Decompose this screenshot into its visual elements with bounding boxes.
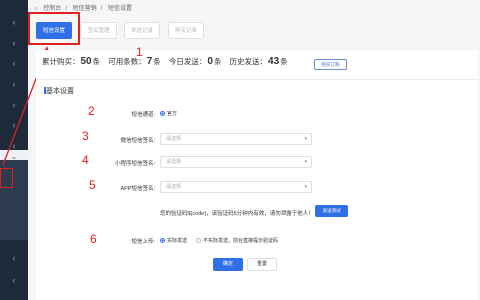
sidebar-arrow-icon[interactable]: ‹ bbox=[0, 95, 28, 115]
channel-value: 官方 bbox=[167, 111, 178, 117]
radio-label: 不实际发送，前台直接提示验证码 bbox=[203, 238, 279, 244]
tab-sign-management[interactable]: 签名管理 bbox=[80, 22, 117, 39]
stat-label: 今日发送： bbox=[168, 57, 207, 66]
channel-label: 短信通道: bbox=[131, 112, 155, 118]
app-sign-label: APP短信签名: bbox=[120, 186, 155, 192]
send-test-button[interactable]: 发送测试 bbox=[315, 205, 348, 217]
stat-value: 43 bbox=[268, 56, 280, 67]
stat-value: 0 bbox=[207, 56, 213, 67]
chevron-down-icon: ▾ bbox=[304, 159, 307, 165]
radio-checked-icon bbox=[160, 238, 165, 244]
stat-unit: 条 bbox=[280, 57, 288, 66]
upload-radio-real[interactable]: 实际发送 bbox=[160, 237, 187, 244]
annotation-number: 6 bbox=[90, 232, 97, 246]
stat-label: 累计购买： bbox=[42, 57, 80, 66]
sidebar-arrow-icon[interactable]: ‹ bbox=[0, 74, 28, 94]
sidebar-arrow-icon[interactable]: ‹ bbox=[0, 12, 28, 32]
section-title: 基本设置 bbox=[46, 88, 74, 95]
tab-purchase-records[interactable]: 购买记录 bbox=[168, 22, 204, 39]
radio-label: 实际发送 bbox=[167, 238, 188, 244]
stat-unit: 条 bbox=[153, 57, 161, 66]
wechat-sign-select[interactable]: 请选择 ▾ bbox=[160, 133, 312, 145]
sidebar-arrow-icon[interactable]: ‹ bbox=[0, 248, 28, 268]
confirm-button[interactable]: 确定 bbox=[213, 258, 243, 271]
code-template-hint: 您的验证码${code}，该验证码5分钟内有效，请勿泄露于他人！ bbox=[160, 211, 314, 217]
sms-stats: 累计购买：50条 可用条数：7条 今日发送：0条 历史发送：43条 bbox=[42, 56, 288, 67]
stat-unit: 条 bbox=[213, 57, 222, 66]
select-placeholder: 请选择 bbox=[166, 184, 182, 190]
breadcrumb-item: 短信设置 bbox=[108, 6, 133, 12]
sidebar: ‹ ‹ ‹ ‹ ‹ ‹ ‹ ⌄ ‹ ‹ bbox=[0, 0, 28, 300]
annotation-number: 2 bbox=[88, 104, 95, 118]
app-sign-select[interactable]: 请选择 ▾ bbox=[160, 181, 312, 193]
mini-sign-select[interactable]: 请选择 ▾ bbox=[160, 156, 312, 168]
upload-label: 短信上传: bbox=[131, 239, 155, 245]
stat-unit: 条 bbox=[92, 57, 101, 66]
highlight-sidebar-box bbox=[0, 168, 13, 188]
chevron-down-icon: ▾ bbox=[304, 184, 307, 190]
annotation-number: 3 bbox=[82, 129, 89, 143]
annotation-number: 4 bbox=[82, 153, 89, 167]
upload-radio-fake[interactable]: 不实际发送，前台直接提示验证码 bbox=[196, 237, 278, 244]
reset-button[interactable]: 重置 bbox=[247, 258, 277, 271]
tab-send-records[interactable]: 发送记录 bbox=[124, 22, 160, 39]
buy-button[interactable]: 购买订购 bbox=[314, 59, 347, 70]
annotation-number: 5 bbox=[89, 178, 96, 192]
sidebar-arrow-icon[interactable]: ‹ bbox=[0, 53, 28, 73]
chevron-down-icon: ▾ bbox=[304, 136, 307, 142]
divider bbox=[36, 79, 478, 80]
select-placeholder: 请选择 bbox=[166, 136, 182, 142]
stat-value: 7 bbox=[146, 56, 153, 67]
highlight-tab-box bbox=[28, 12, 80, 45]
stat-label: 历史发送： bbox=[229, 57, 268, 66]
breadcrumb: ⌂ 控制台 / 短信营销 / 短信设置 bbox=[34, 6, 133, 12]
radio-checked-icon bbox=[160, 111, 165, 117]
sidebar-arrow-icon[interactable]: ‹ bbox=[0, 270, 28, 290]
radio-unchecked-icon bbox=[196, 238, 201, 244]
sidebar-arrow-icon[interactable]: ‹ bbox=[0, 33, 28, 53]
annotation-number: 1 bbox=[136, 45, 143, 59]
sidebar-arrow-icon[interactable]: ‹ bbox=[0, 115, 28, 135]
channel-radio[interactable]: 官方 bbox=[160, 110, 177, 117]
stat-value: 50 bbox=[80, 56, 92, 67]
select-placeholder: 请选择 bbox=[166, 159, 182, 165]
